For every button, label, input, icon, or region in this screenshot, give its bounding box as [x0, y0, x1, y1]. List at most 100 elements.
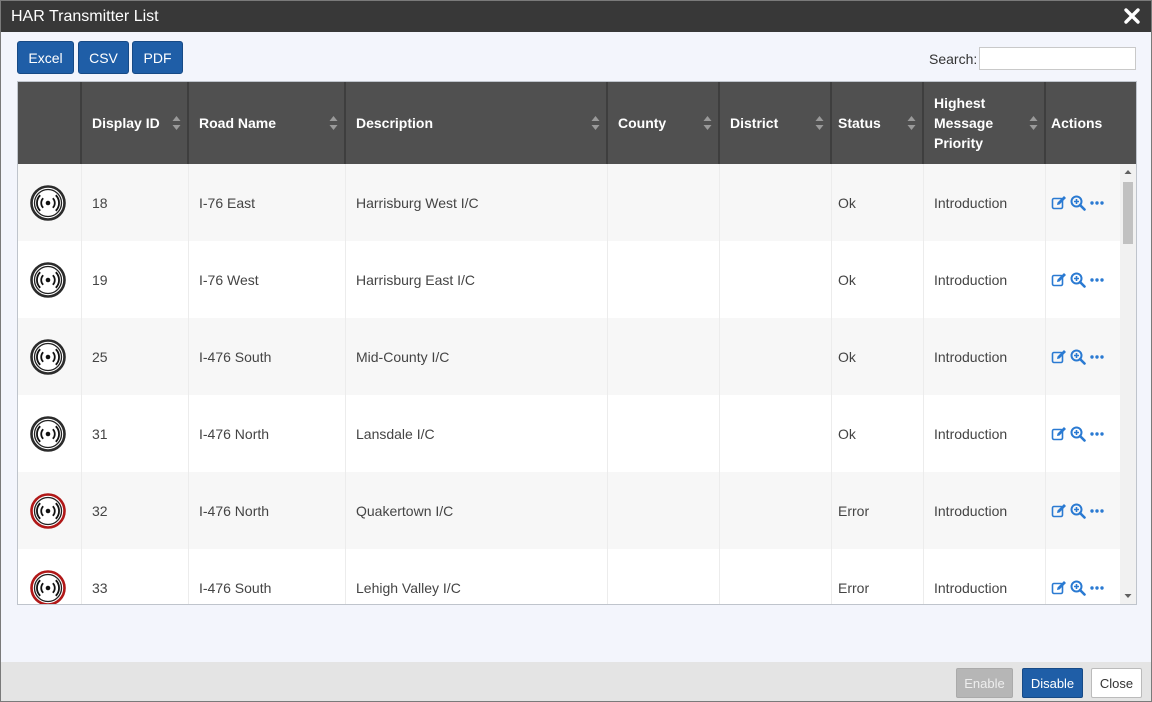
- edit-icon[interactable]: [1051, 349, 1067, 365]
- column-header-label: Status: [838, 115, 881, 131]
- column-header-label: Highest Message Priority: [934, 95, 994, 151]
- column-header-district[interactable]: District: [720, 82, 832, 164]
- dialog-footer: Enable Disable Close: [1, 662, 1151, 701]
- transmitter-icon-cell: [18, 164, 82, 241]
- county-cell: [608, 549, 720, 604]
- column-header-description[interactable]: Description: [346, 82, 608, 164]
- table-row[interactable]: 31 I-476 North Lansdale I/C Ok Introduction: [18, 395, 1120, 472]
- column-header-label: Actions: [1051, 115, 1103, 131]
- display-id-cell: 33: [82, 549, 189, 604]
- table-row[interactable]: 25 I-476 South Mid-County I/C Ok Introductio…: [18, 318, 1120, 395]
- actions-cell: [1046, 395, 1120, 472]
- more-icon[interactable]: [1089, 503, 1105, 519]
- disable-button[interactable]: Disable: [1022, 668, 1083, 698]
- road-name-cell: I-476 North: [189, 472, 346, 549]
- edit-icon[interactable]: [1051, 272, 1067, 288]
- road-name-cell: I-76 East: [189, 164, 346, 241]
- transmitter-icon-cell: [18, 549, 82, 604]
- priority-cell: Introduction: [924, 318, 1046, 395]
- vertical-scrollbar[interactable]: [1120, 164, 1136, 604]
- county-cell: [608, 164, 720, 241]
- description-cell: Lansdale I/C: [346, 395, 608, 472]
- more-icon[interactable]: [1089, 195, 1105, 211]
- status-cell: Error: [832, 472, 924, 549]
- column-header-actions: Actions: [1046, 82, 1136, 164]
- more-icon[interactable]: [1089, 426, 1105, 442]
- radio-transmitter-ok-icon: [30, 415, 66, 452]
- table-header: Display ID Road Name Description County …: [18, 82, 1136, 164]
- sort-icon: [815, 116, 824, 130]
- column-header-status[interactable]: Status: [832, 82, 924, 164]
- search-input[interactable]: [979, 47, 1136, 70]
- more-icon[interactable]: [1089, 580, 1105, 596]
- edit-icon[interactable]: [1051, 426, 1067, 442]
- edit-icon[interactable]: [1051, 580, 1067, 596]
- zoom-icon[interactable]: [1070, 272, 1086, 288]
- enable-button[interactable]: Enable: [956, 668, 1013, 698]
- table-body: 18 I-76 East Harrisburg West I/C Ok Introduc…: [18, 164, 1120, 604]
- district-cell: [720, 164, 832, 241]
- description-cell: Mid-County I/C: [346, 318, 608, 395]
- csv-export-button[interactable]: CSV: [78, 41, 129, 74]
- zoom-icon[interactable]: [1070, 349, 1086, 365]
- scrollbar-thumb[interactable]: [1123, 182, 1133, 244]
- radio-transmitter-ok-icon: [30, 261, 66, 298]
- dialog-title: HAR Transmitter List: [11, 8, 159, 25]
- scroll-down-arrow-icon[interactable]: [1120, 588, 1136, 604]
- description-cell: Quakertown I/C: [346, 472, 608, 549]
- column-header-display-id[interactable]: Display ID: [82, 82, 189, 164]
- description-cell: Harrisburg East I/C: [346, 241, 608, 318]
- table-row[interactable]: 33 I-476 South Lehigh Valley I/C Error Intro…: [18, 549, 1120, 604]
- status-cell: Error: [832, 549, 924, 604]
- table-row[interactable]: 32 I-476 North Quakertown I/C Error Introduc…: [18, 472, 1120, 549]
- edit-icon[interactable]: [1051, 195, 1067, 211]
- status-cell: Ok: [832, 395, 924, 472]
- priority-cell: Introduction: [924, 241, 1046, 318]
- excel-export-button[interactable]: Excel: [17, 41, 74, 74]
- column-header-road-name[interactable]: Road Name: [189, 82, 346, 164]
- priority-cell: Introduction: [924, 472, 1046, 549]
- transmitter-icon-cell: [18, 395, 82, 472]
- pdf-export-button[interactable]: PDF: [132, 41, 183, 74]
- close-button[interactable]: Close: [1091, 668, 1142, 698]
- edit-icon[interactable]: [1051, 503, 1067, 519]
- district-cell: [720, 241, 832, 318]
- sort-icon: [591, 116, 600, 130]
- county-cell: [608, 241, 720, 318]
- column-header-label: Display ID: [92, 115, 160, 131]
- more-icon[interactable]: [1089, 272, 1105, 288]
- radio-transmitter-error-icon: [30, 569, 66, 604]
- status-cell: Ok: [832, 241, 924, 318]
- road-name-cell: I-476 North: [189, 395, 346, 472]
- actions-cell: [1046, 472, 1120, 549]
- radio-transmitter-ok-icon: [30, 338, 66, 375]
- road-name-cell: I-476 South: [189, 549, 346, 604]
- transmitter-icon-cell: [18, 241, 82, 318]
- road-name-cell: I-76 West: [189, 241, 346, 318]
- table-row[interactable]: 18 I-76 East Harrisburg West I/C Ok Introduc…: [18, 164, 1120, 241]
- sort-icon: [703, 116, 712, 130]
- search-label: Search:: [929, 51, 978, 67]
- table-row[interactable]: 19 I-76 West Harrisburg East I/C Ok Introduc…: [18, 241, 1120, 318]
- transmitter-table: Display ID Road Name Description County …: [17, 81, 1137, 605]
- status-cell: Ok: [832, 164, 924, 241]
- column-header-label: Road Name: [199, 115, 277, 131]
- county-cell: [608, 318, 720, 395]
- description-cell: Lehigh Valley I/C: [346, 549, 608, 604]
- priority-cell: Introduction: [924, 395, 1046, 472]
- display-id-cell: 19: [82, 241, 189, 318]
- zoom-icon[interactable]: [1070, 426, 1086, 442]
- column-header-highest-message-priority[interactable]: Highest Message Priority: [924, 82, 1046, 164]
- scroll-up-arrow-icon[interactable]: [1120, 164, 1136, 180]
- zoom-icon[interactable]: [1070, 195, 1086, 211]
- radio-transmitter-ok-icon: [30, 184, 66, 221]
- zoom-icon[interactable]: [1070, 580, 1086, 596]
- district-cell: [720, 395, 832, 472]
- more-icon[interactable]: [1089, 349, 1105, 365]
- zoom-icon[interactable]: [1070, 503, 1086, 519]
- radio-transmitter-error-icon: [30, 492, 66, 529]
- column-header-county[interactable]: County: [608, 82, 720, 164]
- close-icon[interactable]: [1121, 5, 1143, 27]
- transmitter-icon-cell: [18, 472, 82, 549]
- har-transmitter-dialog: HAR Transmitter List Excel CSV PDF Searc…: [0, 0, 1152, 702]
